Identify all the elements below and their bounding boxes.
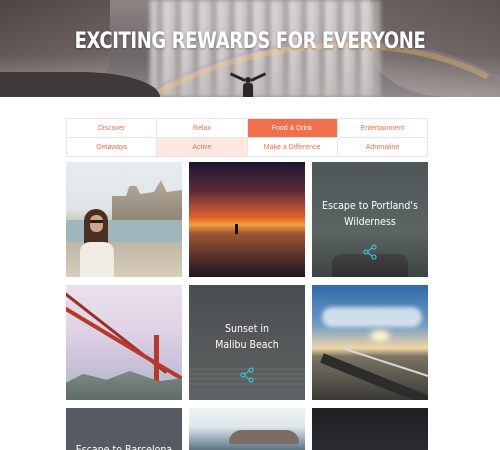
beach-walker (235, 224, 238, 234)
tab-adrenaline[interactable]: Adrenaline (337, 138, 428, 157)
card-coastal-rocks[interactable] (189, 408, 305, 450)
tab-make-a-difference[interactable]: Make a Difference (247, 138, 338, 157)
tab-relax[interactable]: Relax (157, 119, 248, 138)
card-title: Escape to Barcelona (75, 443, 173, 450)
hillside-town (112, 180, 182, 220)
share-icon[interactable] (239, 367, 255, 383)
share-icon[interactable] (362, 244, 378, 260)
hero-banner: EXCITING REWARDS FOR EVERYONE (0, 0, 500, 97)
tab-food-and-drink[interactable]: Food & Drink (247, 119, 338, 138)
tab-getaways[interactable]: Getaways (67, 138, 158, 157)
sea-rocks (229, 430, 299, 444)
card-title: Escape to Portland's Wilderness (322, 199, 418, 228)
setting-sun (370, 330, 390, 342)
card-portland-wilderness[interactable]: Escape to Portland's Wilderness (312, 162, 428, 277)
card-sunset-beach[interactable] (189, 162, 305, 277)
card-title: Sunset in Malibu Beach (215, 322, 279, 351)
coastal-road (320, 353, 428, 400)
hero-person-figure (226, 72, 270, 97)
card-coastal-road-sunset[interactable] (312, 285, 428, 400)
tab-discover[interactable]: Discover (67, 119, 158, 138)
card-beach-woman[interactable] (66, 162, 182, 277)
card-barcelona[interactable]: Escape to Barcelona (66, 408, 182, 450)
card-golden-gate-bridge[interactable] (66, 285, 182, 400)
category-tabs: Discover Relax Food & Drink Entertainmen… (66, 118, 428, 157)
tab-entertainment[interactable]: Entertainment (337, 119, 428, 138)
card-dark-scene[interactable] (312, 408, 428, 450)
card-malibu-beach[interactable]: Sunset in Malibu Beach (189, 285, 305, 400)
woman-figure (80, 242, 114, 277)
hero-title: EXCITING REWARDS FOR EVERYONE (74, 29, 426, 54)
tab-active[interactable]: Active (157, 138, 248, 157)
